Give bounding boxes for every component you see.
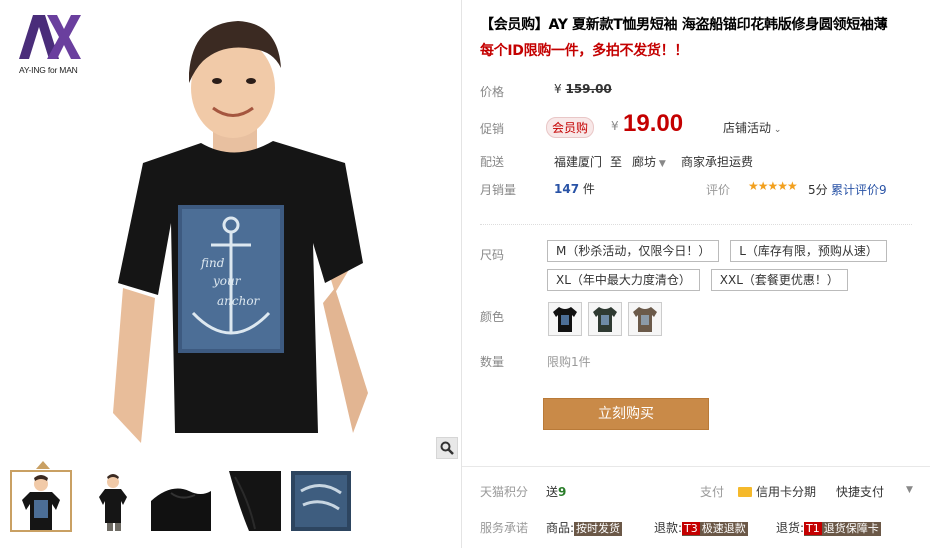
shirt-print-text-1: find (200, 256, 225, 270)
chevron-down-icon: ⌄ (771, 125, 782, 135)
size-option-m[interactable]: M（秒杀活动，仅限今日！） (547, 240, 720, 262)
shirt-print-text-3: anchor (217, 294, 261, 308)
color-swatch-brown[interactable] (628, 302, 662, 336)
store-activity-dropdown[interactable]: 店铺活动 ⌄ (723, 119, 781, 136)
zoom-button[interactable] (436, 437, 458, 459)
caret-down-icon[interactable]: ▼ (906, 485, 913, 495)
ship-destination-select[interactable]: 廊坊 ▼ (632, 153, 666, 170)
promo-currency: ¥ (611, 119, 619, 133)
rating-score: 5分 (808, 183, 828, 197)
brand-logo: AY-ING for MAN (17, 15, 85, 79)
product-subtitle: 每个ID限购一件，多拍不发货！！ (480, 43, 689, 59)
ship-to-word: 至 (610, 155, 623, 169)
thumbnail-2[interactable] (80, 470, 142, 532)
member-badge: 会员购 (546, 117, 595, 138)
promise-return: 退货: T1 退货保障卡 (776, 521, 881, 536)
shipping-label: 配送 (480, 155, 505, 169)
size-option-xl[interactable]: XL（年中最大力度清仓） (547, 269, 700, 291)
color-label: 颜色 (480, 310, 505, 324)
sales-label: 月销量 (480, 183, 517, 197)
monthly-sales: 147 件 (554, 182, 595, 196)
quick-pay[interactable]: 快捷支付 (836, 483, 884, 500)
pay-label: 支付 (700, 485, 725, 499)
size-option-xxl[interactable]: XXL（套餐更优惠！） (710, 269, 848, 291)
ship-from: 福建厦门 (554, 155, 603, 169)
reviews-link[interactable]: 累计评价9 (831, 181, 887, 198)
color-swatch-green[interactable] (588, 302, 622, 336)
size-label: 尺码 (480, 248, 505, 262)
size-options: M（秒杀活动，仅限今日！） L（库存有限，预购从速） XL（年中最大力度清仓） … (547, 240, 917, 298)
rating-label: 评价 (706, 183, 731, 197)
brand-logo-mark (19, 15, 81, 59)
promo-label: 促销 (480, 122, 505, 136)
brand-tagline: AY-ING for MAN (19, 65, 78, 75)
credit-card-icon (738, 487, 752, 497)
color-swatch-black[interactable] (548, 302, 582, 336)
thumbnail-1[interactable] (10, 470, 72, 532)
rating-stars: ★★★★★ (748, 179, 798, 193)
service-bar: 天猫积分 送9 支付 信用卡分期 快捷支付 ▼ 服务承诺 商品: 按时发货 退款:… (462, 466, 930, 548)
quantity-limit: 限购1件 (547, 355, 591, 369)
points-value: 送9 (546, 485, 567, 499)
promise-goods: 商品: 按时发货 (546, 521, 623, 536)
divider (480, 224, 912, 225)
main-product-image[interactable]: AY-ING for MAN find your anchor (3, 3, 460, 459)
product-info: 【会员购】AY 夏新款T恤男短袖 海盗船锚印花韩版修身圆领短袖薄 每个ID限购一… (462, 0, 930, 548)
product-title: 【会员购】AY 夏新款T恤男短袖 海盗船锚印花韩版修身圆领短袖薄 (480, 17, 888, 33)
thumbnail-3[interactable] (150, 470, 212, 532)
promise-refund: 退款: T3 极速退款 (654, 521, 748, 536)
promise-label: 服务承诺 (480, 521, 529, 535)
price-label: 价格 (480, 85, 505, 99)
original-price: ¥ 159.00 (554, 82, 612, 96)
thumbnail-4[interactable] (220, 470, 282, 532)
shirt-print-text-2: your (212, 274, 242, 288)
magnifier-icon (440, 441, 454, 455)
caret-down-icon: ▼ (656, 159, 666, 169)
credit-installment[interactable]: 信用卡分期 (738, 483, 816, 500)
promo-price: 19.00 (623, 110, 684, 137)
points-label: 天猫积分 (480, 485, 529, 499)
size-option-l[interactable]: L（库存有限，预购从速） (730, 240, 887, 262)
thumbnail-5[interactable] (290, 470, 352, 532)
active-thumb-pointer (36, 461, 50, 469)
thumbnail-strip (10, 470, 360, 532)
price-panel: 价格 ¥ 159.00 促销 会员购 ¥ 19.00 店铺活动 ⌄ 配送 福建厦… (470, 70, 922, 208)
buy-now-button[interactable]: 立刻购买 (543, 398, 709, 430)
product-gallery: AY-ING for MAN find your anchor (0, 0, 462, 548)
shipping-fee: 商家承担运费 (681, 155, 754, 169)
model-photo: find your anchor (113, 21, 368, 443)
quantity-label: 数量 (480, 355, 505, 369)
